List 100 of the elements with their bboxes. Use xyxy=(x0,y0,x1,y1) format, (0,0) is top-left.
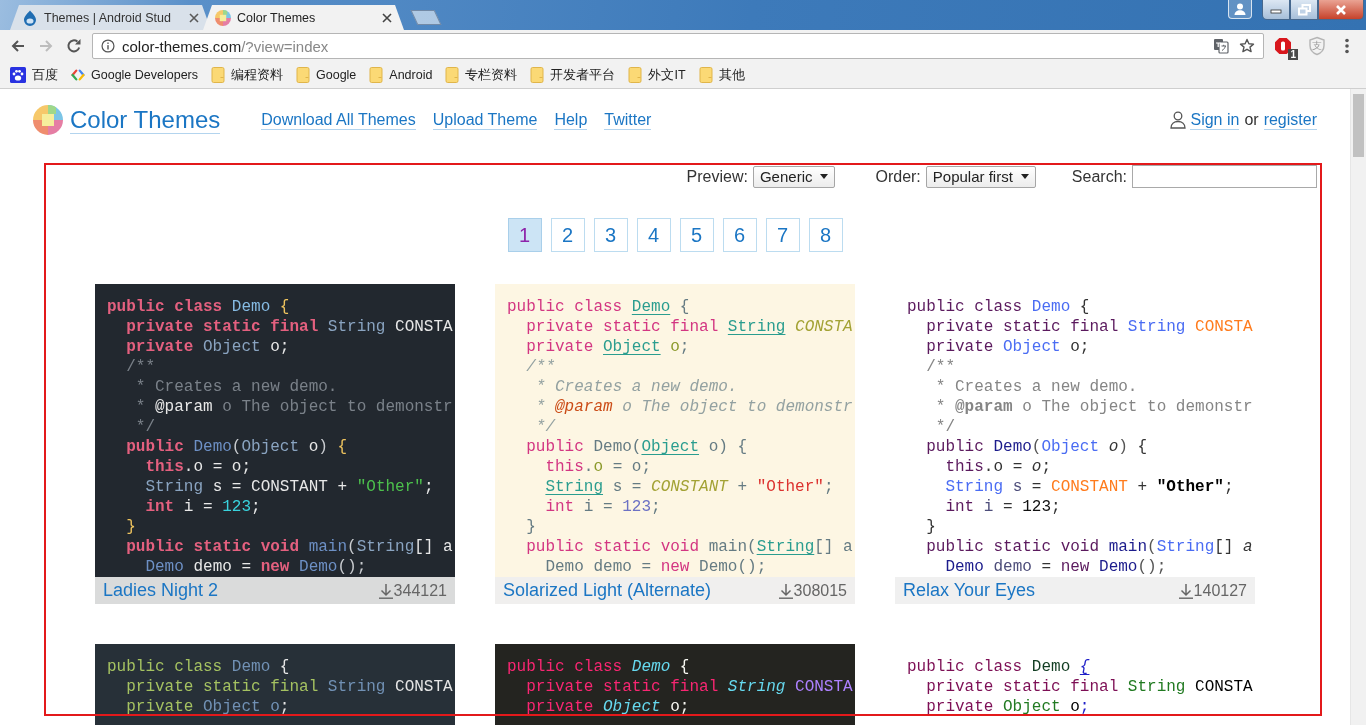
code-line: private static final String CONSTA xyxy=(525,677,853,697)
code-line: } xyxy=(925,517,936,537)
code-line: public class Demo { xyxy=(107,657,290,677)
page-button[interactable]: 6 xyxy=(722,218,757,252)
paw-icon xyxy=(10,67,26,83)
page-button[interactable]: 7 xyxy=(765,218,800,252)
caret-icon xyxy=(1020,174,1029,179)
code-line: String s = CONSTANT + "Other"; xyxy=(144,477,434,497)
bookmark-item[interactable]: 开发者平台 xyxy=(530,64,616,86)
nav-link[interactable]: Download All Themes xyxy=(261,110,416,130)
code-line: String s = CONSTANT + "Other"; xyxy=(544,477,834,497)
code-line: public static void main(String[] a xyxy=(525,537,853,557)
profile-button[interactable] xyxy=(1228,0,1252,19)
code-line: */ xyxy=(934,417,955,437)
page-button[interactable]: 3 xyxy=(593,218,628,252)
restore-icon xyxy=(1297,3,1311,16)
download-count: 140127 xyxy=(1193,581,1247,600)
shield-icon xyxy=(1307,36,1327,56)
bookmark-item[interactable]: Google xyxy=(296,64,357,86)
logo-icon[interactable] xyxy=(33,105,63,135)
close-icon[interactable] xyxy=(189,12,199,23)
close-window-button[interactable] xyxy=(1318,0,1364,20)
download-icon xyxy=(1178,582,1193,599)
code-line: */ xyxy=(134,417,155,437)
page-button[interactable]: 5 xyxy=(679,218,714,252)
code-line: public Demo(Object o) { xyxy=(125,437,348,457)
site-title-link[interactable]: Color Themes xyxy=(70,106,221,134)
code-line: int i = 123; xyxy=(944,497,1061,517)
preview-select[interactable]: Generic xyxy=(752,165,836,188)
code-line: this.o = o; xyxy=(944,457,1052,477)
restore-button[interactable] xyxy=(1290,0,1318,20)
code-line: Demo demo = new Demo(); xyxy=(144,557,367,577)
bookmark-item[interactable]: 专栏资料 xyxy=(445,64,518,86)
theme-preview-card[interactable]: public class Demo { private static final String CONSTA private Object o; xyxy=(495,644,855,725)
scrollbar[interactable] xyxy=(1350,89,1366,725)
nav-link[interactable]: Twitter xyxy=(604,110,652,130)
code-line: public Demo(Object o) { xyxy=(925,437,1148,457)
scrollbar-thumb[interactable] xyxy=(1353,94,1364,157)
person-icon xyxy=(1233,2,1247,16)
folder-icon xyxy=(628,67,643,83)
download-icon xyxy=(378,582,393,599)
search-label: Search: xyxy=(1071,167,1127,186)
minimize-button[interactable] xyxy=(1262,0,1290,20)
code-line: private static final String CONSTA xyxy=(125,677,453,697)
code-line: public class Demo { xyxy=(907,657,1090,677)
code-line: */ xyxy=(534,417,555,437)
order-select[interactable]: Popular first xyxy=(925,165,1036,188)
folder-icon xyxy=(211,67,225,83)
code-line: public Demo(Object o) { xyxy=(525,437,748,457)
page-button[interactable]: 8 xyxy=(808,218,843,252)
code-line: private Object o; xyxy=(925,337,1090,357)
download-count: 308015 xyxy=(793,581,847,600)
code-line: /** xyxy=(125,357,155,377)
address-field[interactable]: color-themes.com/?view=index xyxy=(92,33,1264,59)
theme-name-link[interactable]: Solarized Light (Alternate) xyxy=(503,580,712,601)
folder-icon xyxy=(698,67,713,83)
code-line: private static final String CONSTA xyxy=(125,317,453,337)
info-icon xyxy=(101,39,115,53)
code-line: private Object o; xyxy=(125,697,290,717)
code-line: public class Demo { xyxy=(507,657,690,677)
code-line: } xyxy=(525,517,536,537)
code-line: * @param o The object to demonstr xyxy=(134,397,453,417)
translate-icon[interactable] xyxy=(1213,38,1229,54)
code-line: public static void main(String[] a xyxy=(125,537,453,557)
bookmark-item[interactable]: 百度 xyxy=(10,64,58,86)
code-line: private Object o; xyxy=(925,697,1090,717)
theme-preview-card[interactable]: public class Demo { private static final String CONSTA private Object o; xyxy=(95,644,455,725)
page-button[interactable]: 1 xyxy=(507,218,542,252)
bookmark-item[interactable]: 外文IT xyxy=(628,64,686,86)
theme-name-link[interactable]: Relax Your Eyes xyxy=(903,580,1036,601)
close-icon[interactable] xyxy=(382,12,392,23)
folder-icon xyxy=(369,67,384,83)
code-line: int i = 123; xyxy=(144,497,261,517)
code-line: private Object o; xyxy=(525,697,690,717)
bookmark-item[interactable]: 其他 xyxy=(698,64,745,86)
folder-icon xyxy=(530,67,545,83)
bookmark-item[interactable]: Google Developers xyxy=(71,64,198,86)
code-line: * Creates a new demo. xyxy=(534,377,738,397)
or-text: or xyxy=(1244,111,1259,129)
user-icon xyxy=(1170,111,1187,129)
bookmark-item[interactable]: 编程资料 xyxy=(211,64,283,86)
register-link[interactable]: register xyxy=(1263,110,1317,130)
theme-preview-card[interactable] xyxy=(95,284,455,604)
page-button[interactable]: 2 xyxy=(550,218,585,252)
sign-in-link[interactable]: Sign in xyxy=(1190,110,1240,130)
nav-link[interactable]: Help xyxy=(554,110,588,130)
bookmark-item[interactable]: Android xyxy=(369,64,433,86)
nav-link[interactable]: Upload Theme xyxy=(432,110,538,130)
code-line: this.o = o; xyxy=(144,457,252,477)
extension-button[interactable]: 1 xyxy=(1272,35,1294,57)
star-icon[interactable] xyxy=(1239,38,1255,54)
code-line: /** xyxy=(925,357,955,377)
search-field[interactable] xyxy=(1132,165,1317,188)
theme-name-link[interactable]: Ladies Night 2 xyxy=(103,580,219,601)
code-line: * Creates a new demo. xyxy=(134,377,338,397)
page-button[interactable]: 4 xyxy=(636,218,671,252)
browser-tab[interactable]: Color Themes xyxy=(203,5,404,30)
folder-icon xyxy=(296,67,310,83)
close-icon xyxy=(1335,3,1347,16)
caret-icon xyxy=(820,174,829,179)
